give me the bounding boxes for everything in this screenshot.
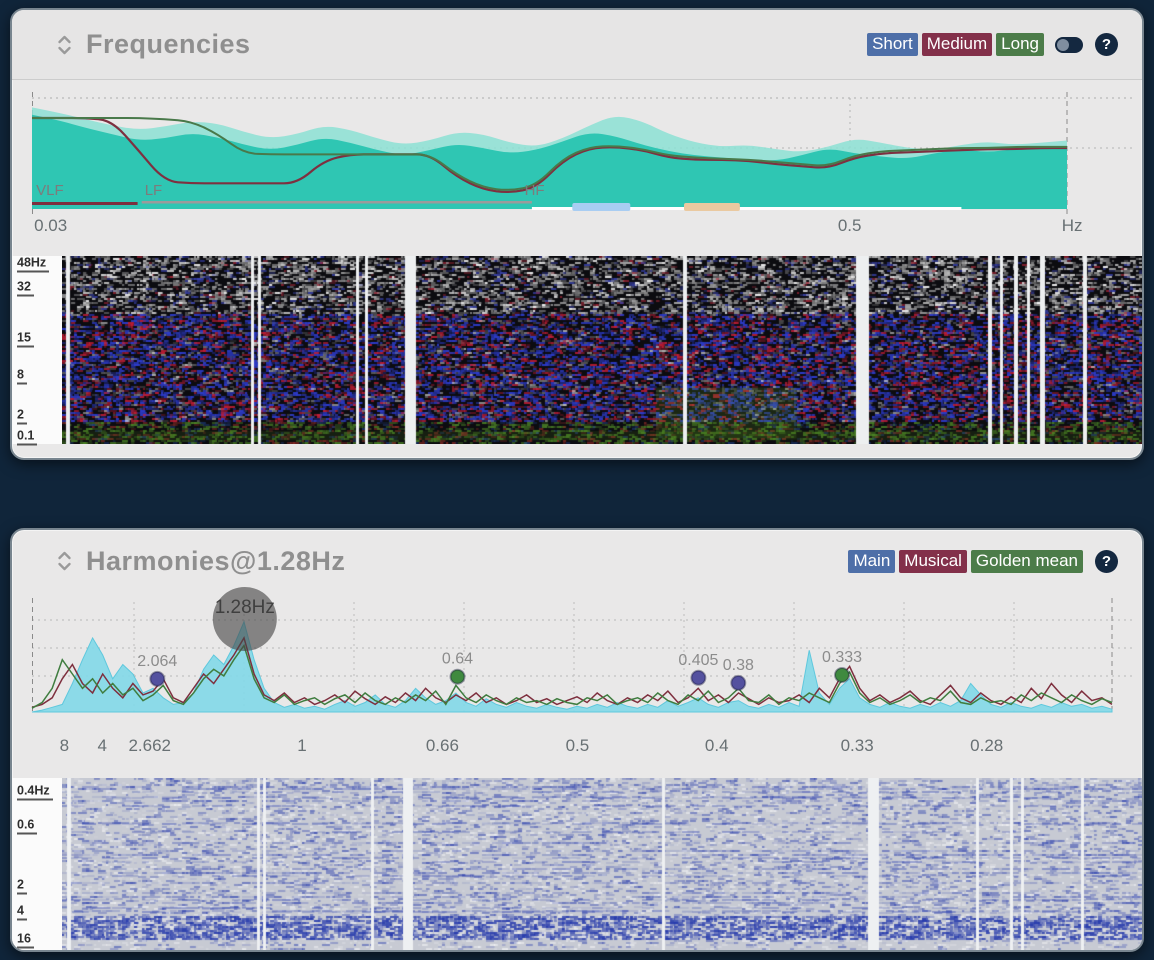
harmonic-dot[interactable]: [731, 676, 745, 690]
tan-band-marker: [684, 203, 740, 211]
frequencies-spectrogram: 48Hz 32 15 8 2 0.1: [12, 256, 1142, 444]
harmonies-x-axis: 8 4 2.662 1 0.66 0.5 0.4 0.33 0.28: [32, 736, 1112, 758]
updown-chevron-icon: [57, 34, 72, 56]
harmonies-spectrogram-canvas[interactable]: [62, 778, 1142, 950]
axis-tick-label: 0.5: [838, 216, 862, 236]
harmonies-panel: Harmonies@1.28Hz Main Musical Golden mea…: [10, 528, 1144, 952]
toggle-knob-icon: [1057, 39, 1069, 51]
legend-chip-golden-mean[interactable]: Golden mean: [971, 550, 1083, 573]
axis-tick-label: 32: [17, 279, 34, 296]
band-label-lf: LF: [145, 182, 163, 199]
selected-peak-label: 1.28Hz: [215, 597, 275, 618]
band-underline-lf: [142, 201, 532, 204]
harmonies-spectrogram: 0.4Hz 0.6 2 4 16: [12, 778, 1142, 950]
harmonic-dot-label: 0.64: [442, 651, 473, 668]
harmonies-chart[interactable]: 1.28Hz 2.064 0.64 0.405 0.38 0.333: [32, 598, 1136, 738]
harmonies-legend: Main Musical Golden mean ?: [848, 550, 1118, 573]
axis-tick-label: 8: [17, 368, 27, 385]
harmonic-dot-label: 0.333: [822, 649, 862, 666]
frequencies-title: Frequencies: [86, 29, 251, 60]
harmonic-dot[interactable]: [451, 670, 465, 684]
help-button[interactable]: ?: [1095, 550, 1118, 573]
frequencies-spectrogram-canvas[interactable]: [62, 256, 1142, 444]
axis-tick-label: 16: [17, 931, 34, 948]
axis-tick-label: 0.66: [426, 736, 459, 756]
axis-tick-label: 0.4: [705, 736, 729, 756]
help-button[interactable]: ?: [1095, 33, 1118, 56]
harmonies-title: Harmonies@1.28Hz: [86, 546, 345, 577]
blue-band-marker: [572, 203, 630, 211]
band-label-vlf: VLF: [36, 182, 64, 199]
axis-tick-label: 0.6: [17, 818, 37, 835]
legend-chip-short[interactable]: Short: [867, 33, 918, 56]
harmonic-dot[interactable]: [691, 671, 705, 685]
axis-tick-label: 0.5: [566, 736, 590, 756]
axis-tick-label: 2.662: [128, 736, 171, 756]
legend-chip-medium[interactable]: Medium: [922, 33, 992, 56]
axis-tick-label: 0.1: [17, 429, 37, 446]
frequencies-chart[interactable]: VLF LF HF: [32, 90, 1136, 218]
band-label-hf: HF: [525, 182, 545, 199]
frequencies-x-axis: 0.030.5Hz: [32, 216, 1067, 238]
harmonies-header: Harmonies@1.28Hz Main Musical Golden mea…: [12, 530, 1142, 592]
frequencies-panel: Frequencies Short Medium Long ? VLFLFHF …: [10, 8, 1144, 460]
legend-chip-main[interactable]: Main: [848, 550, 895, 573]
axis-tick-label: 2: [17, 878, 27, 895]
axis-tick-label: 48Hz: [17, 255, 49, 272]
axis-tick-label: 8: [60, 736, 69, 756]
harmonic-dot[interactable]: [150, 672, 164, 686]
band-underline-vlf: [32, 202, 138, 205]
collapse-chevrons-icon[interactable]: [57, 34, 72, 56]
axis-tick-label: 0.03: [34, 216, 67, 236]
harmonic-dot-label: 2.064: [137, 653, 177, 670]
axis-tick-label: Hz: [1062, 216, 1083, 236]
axis-tick-label: 4: [17, 904, 27, 921]
harmonic-dot-label: 0.405: [678, 652, 718, 669]
axis-tick-label: 4: [97, 736, 106, 756]
axis-tick-label: 1: [297, 736, 306, 756]
harmonic-dot[interactable]: [835, 668, 849, 682]
harmonic-dot-label: 0.38: [723, 657, 754, 674]
axis-tick-label: 2: [17, 407, 27, 424]
axis-tick-label: 0.33: [841, 736, 874, 756]
legend-chip-long[interactable]: Long: [996, 33, 1044, 56]
updown-chevron-icon: [57, 550, 72, 572]
legend-chip-musical[interactable]: Musical: [899, 550, 967, 573]
axis-tick-label: 15: [17, 330, 34, 347]
collapse-chevrons-icon[interactable]: [57, 550, 72, 572]
legend-toggle[interactable]: [1055, 37, 1083, 53]
frequencies-header: Frequencies Short Medium Long ?: [12, 10, 1142, 80]
axis-tick-label: 0.4Hz: [17, 783, 53, 800]
axis-tick-label: 0.28: [970, 736, 1003, 756]
frequencies-legend: Short Medium Long ?: [867, 33, 1118, 56]
harmonies-spectrogram-y-axis: 0.4Hz 0.6 2 4 16: [12, 778, 62, 950]
frequencies-spectrogram-y-axis: 48Hz 32 15 8 2 0.1: [12, 256, 62, 444]
